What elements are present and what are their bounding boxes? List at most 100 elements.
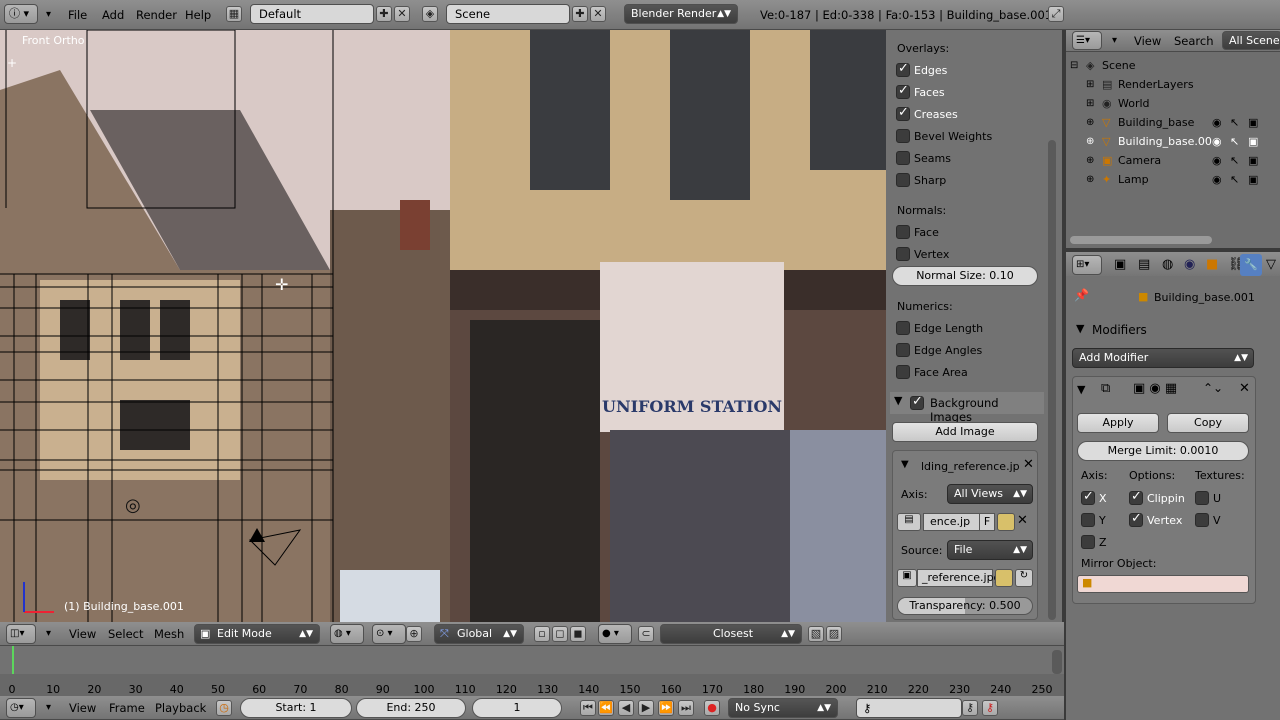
add-modifier-dropdown[interactable]: Add Modifier ▲▼ xyxy=(1072,348,1254,368)
proportional-edit-dropdown[interactable]: ● ▾ xyxy=(598,624,632,644)
menu-collapse-icon[interactable]: ▾ xyxy=(46,699,51,717)
option-checkbox[interactable] xyxy=(1129,489,1143,505)
expand-icon[interactable]: ⊕ xyxy=(1086,170,1094,189)
collapse-arrow-icon[interactable]: ▼ xyxy=(901,459,909,470)
visibility-icon[interactable]: ◉ xyxy=(1212,132,1222,151)
axis-dropdown[interactable]: All Views ▲▼ xyxy=(947,484,1033,504)
transparency-slider[interactable]: Transparency: 0.500 xyxy=(897,597,1033,615)
overlay-checkbox[interactable] xyxy=(896,151,910,165)
close-icon[interactable]: ✕ xyxy=(1239,381,1250,396)
outliner-row[interactable]: ⊕ ✦ Lamp ◉ ↖ ▣ xyxy=(1066,170,1280,189)
render-preview-icon[interactable]: ▧ xyxy=(808,626,824,642)
expand-icon[interactable]: ⊟ xyxy=(1070,56,1078,75)
reload-icon[interactable]: ↻ xyxy=(1015,569,1033,587)
outliner-hscrollbar[interactable] xyxy=(1070,236,1212,244)
modifiers-tab-icon[interactable]: 🔧 xyxy=(1240,254,1262,276)
insert-keyframe-icon[interactable]: ⚷ xyxy=(962,700,978,716)
menu-collapse-icon[interactable]: ▾ xyxy=(46,625,51,643)
image-browse-icon[interactable]: ▤ xyxy=(897,513,921,531)
editor-type-timeline-button[interactable]: ◷▾ xyxy=(6,698,36,718)
editor-type-button[interactable]: ⓘ ▾ xyxy=(4,4,38,24)
remove-image-icon[interactable]: ✕ xyxy=(1023,457,1034,472)
option-checkbox[interactable] xyxy=(1129,511,1143,527)
render-layers-tab-icon[interactable]: ▤ xyxy=(1138,256,1150,274)
3d-viewport[interactable]: UNIFORM STATION Front Ortho + ◎ ✛ (1) Bu… xyxy=(0,30,886,622)
menu-frame[interactable]: Frame xyxy=(109,699,145,717)
outliner[interactable]: ⊟ ◈ Scene ⊞ ▤ RenderLayers ⊞ ◉ World ⊕ ▽ Building_b… xyxy=(1066,52,1280,248)
jump-end-icon[interactable]: ⏭ xyxy=(678,700,694,716)
menu-add[interactable]: Add xyxy=(102,6,124,24)
timeline[interactable] xyxy=(0,646,1064,696)
scene-icon[interactable]: ◈ xyxy=(422,6,438,22)
axis-checkbox[interactable] xyxy=(1081,513,1095,527)
numeric-checkbox[interactable] xyxy=(896,321,910,335)
expand-icon[interactable]: ⊞ xyxy=(1086,94,1094,113)
expand-icon[interactable]: ⊕ xyxy=(1086,151,1094,170)
expand-icon[interactable]: ⊕ xyxy=(1086,132,1094,151)
viewport-shading-dropdown[interactable]: ◍ ▾ xyxy=(330,624,364,644)
prev-keyframe-icon[interactable]: ⏪ xyxy=(598,700,614,716)
edge-select-icon[interactable]: ◻ xyxy=(552,626,568,642)
editor-type-outliner-button[interactable]: ☰▾ xyxy=(1072,31,1102,50)
vertex-select-icon[interactable]: ▫ xyxy=(534,626,550,642)
overlay-checkbox[interactable] xyxy=(896,173,910,187)
bg-images-toggle[interactable] xyxy=(910,394,924,410)
add-image-button[interactable]: Add Image xyxy=(892,422,1038,442)
select-icon[interactable]: ↖ xyxy=(1230,113,1240,132)
menu-help[interactable]: Help xyxy=(185,6,211,24)
scene-field[interactable]: Scene xyxy=(446,4,570,24)
menu-collapse-icon[interactable]: ▾ xyxy=(46,6,51,24)
jump-start-icon[interactable]: ⏮ xyxy=(580,700,596,716)
visibility-icon[interactable]: ◉ xyxy=(1212,170,1222,189)
view-plus-icon[interactable]: + xyxy=(7,56,17,70)
editor-type-3d-button[interactable]: ◫▾ xyxy=(6,624,36,644)
numeric-checkbox[interactable] xyxy=(896,365,910,379)
expand-icon[interactable]: ⊞ xyxy=(1086,75,1094,94)
texture-checkbox[interactable] xyxy=(1195,513,1209,527)
remove-scene-icon[interactable]: ✕ xyxy=(590,6,606,22)
render-engine-dropdown[interactable]: Blender Render ▲▼ xyxy=(624,4,738,24)
scene-tab-icon[interactable]: ◍ xyxy=(1162,256,1173,274)
sync-dropdown[interactable]: No Sync ▲▼ xyxy=(728,698,838,718)
axis-checkbox[interactable] xyxy=(1081,535,1095,549)
outliner-menu-view[interactable]: View xyxy=(1134,32,1161,50)
delete-keyframe-icon[interactable]: ⚷ xyxy=(982,700,998,716)
current-frame-field[interactable]: 1 xyxy=(472,698,562,718)
move-up-down-icon[interactable]: ⌃⌄ xyxy=(1203,381,1223,395)
outliner-row[interactable]: ⊞ ◉ World xyxy=(1066,94,1280,113)
merge-limit-field[interactable]: Merge Limit: 0.0010 xyxy=(1077,441,1249,461)
render-tab-icon[interactable]: ▣ xyxy=(1114,256,1126,274)
outliner-row[interactable]: ⊟ ◈ Scene xyxy=(1066,56,1280,75)
open-image-icon[interactable] xyxy=(997,513,1015,531)
menu-file[interactable]: File xyxy=(68,6,87,24)
lamp-icon[interactable] xyxy=(245,520,305,570)
start-frame-field[interactable]: Start: 1 xyxy=(240,698,352,718)
render-animation-icon[interactable]: ▨ xyxy=(826,626,842,642)
menu-view[interactable]: View xyxy=(69,699,96,717)
screen-layout-icon[interactable]: ▦ xyxy=(226,6,242,22)
manipulator-icon[interactable]: ⊕ xyxy=(406,626,422,642)
outliner-row[interactable]: ⊕ ▽ Building_base.001 ◉ ↖ ▣ xyxy=(1066,132,1280,151)
normal-checkbox[interactable] xyxy=(896,225,910,239)
outliner-row[interactable]: ⊞ ▤ RenderLayers xyxy=(1066,75,1280,94)
axis-checkbox[interactable] xyxy=(1081,489,1095,505)
menu-mesh[interactable]: Mesh xyxy=(154,625,184,643)
collapse-arrow-icon[interactable]: ▼ xyxy=(1077,383,1085,396)
select-icon[interactable]: ↖ xyxy=(1230,151,1240,170)
snap-icon[interactable]: ⊂ xyxy=(638,626,654,642)
snap-target-dropdown[interactable]: Closest ▲▼ xyxy=(660,624,802,644)
remove-layout-icon[interactable]: ✕ xyxy=(394,6,410,22)
modifier-icons[interactable]: ▣ ◉ ▦ xyxy=(1133,381,1177,396)
select-icon[interactable]: ↖ xyxy=(1230,132,1240,151)
next-keyframe-icon[interactable]: ⏩ xyxy=(658,700,674,716)
browse-file-icon[interactable] xyxy=(995,569,1013,587)
select-icon[interactable]: ↖ xyxy=(1230,170,1240,189)
visibility-icon[interactable]: ◉ xyxy=(1212,151,1222,170)
mode-dropdown[interactable]: ▣ Edit Mode ▲▼ xyxy=(194,624,320,644)
menu-view[interactable]: View xyxy=(69,625,96,643)
fake-user-toggle[interactable]: F xyxy=(979,513,995,531)
apply-button[interactable]: Apply xyxy=(1077,413,1159,433)
overlay-checkbox[interactable] xyxy=(896,83,910,99)
texture-checkbox[interactable] xyxy=(1195,491,1209,505)
outliner-menu-search[interactable]: Search xyxy=(1174,32,1214,50)
